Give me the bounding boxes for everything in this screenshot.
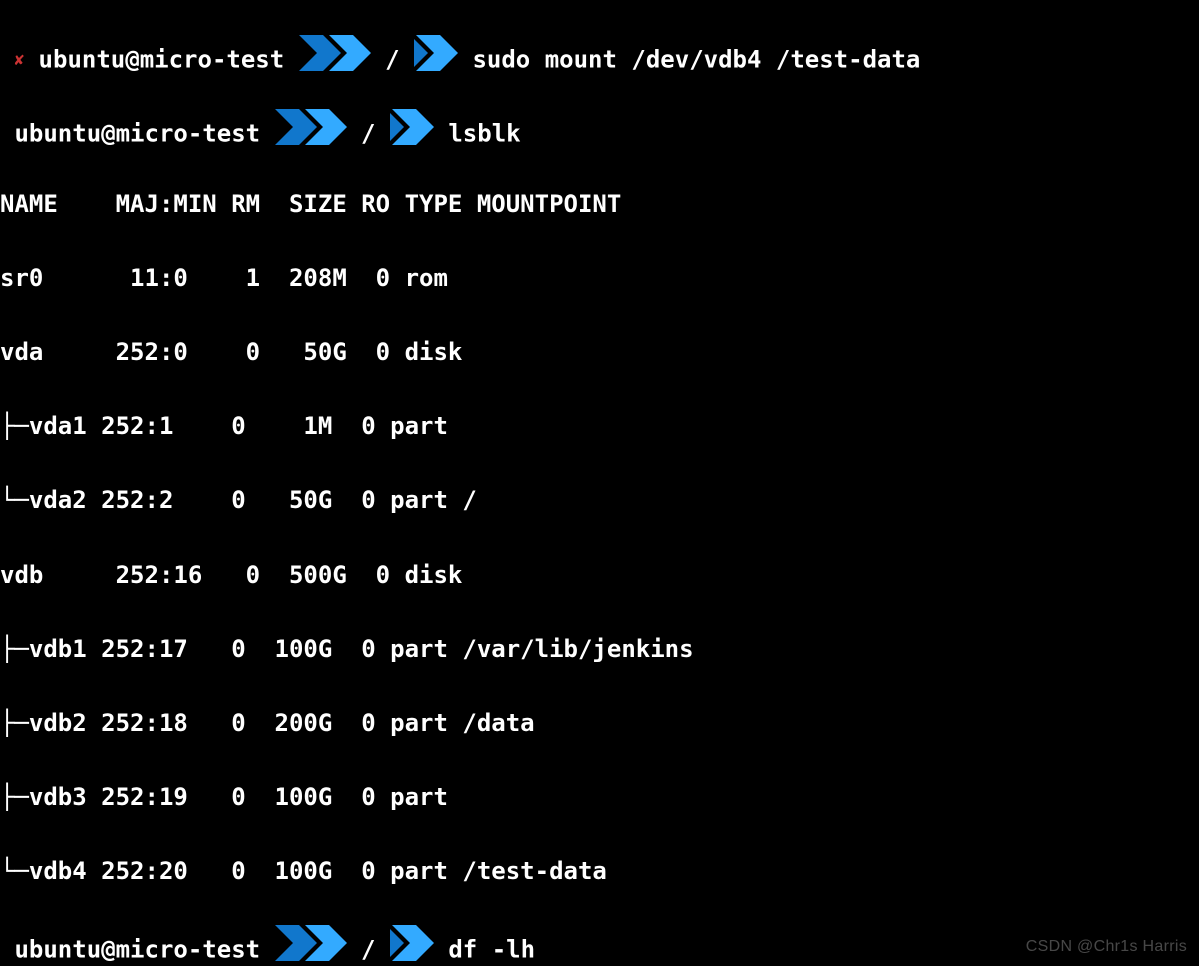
chevron-icon	[275, 925, 347, 966]
user-host: ubuntu@micro-test	[39, 46, 285, 74]
chevron-icon	[414, 35, 458, 82]
prompt-line-3: ubuntu@micro-test / df -lh	[0, 927, 1199, 964]
lsblk-row: sr0 11:0 1 208M 0 rom	[0, 260, 1199, 297]
lsblk-row: ├─vdb1 252:17 0 100G 0 part /var/lib/jen…	[0, 631, 1199, 668]
lsblk-row: vda 252:0 0 50G 0 disk	[0, 334, 1199, 371]
lsblk-row: └─vdb4 252:20 0 100G 0 part /test-data	[0, 853, 1199, 890]
command-2: lsblk	[448, 120, 520, 148]
path-segment: /	[361, 120, 375, 148]
command-3: df -lh	[448, 936, 535, 964]
lsblk-row: vdb 252:16 0 500G 0 disk	[0, 557, 1199, 594]
watermark: CSDN @Chr1s Harris	[1026, 935, 1187, 960]
user-host: ubuntu@micro-test	[14, 120, 260, 148]
terminal[interactable]: ✘ ubuntu@micro-test / sudo mount /dev/vd…	[0, 0, 1199, 966]
user-host: ubuntu@micro-test	[14, 936, 260, 964]
lsblk-row: ├─vdb3 252:19 0 100G 0 part	[0, 779, 1199, 816]
chevron-icon	[299, 35, 371, 82]
lsblk-row: ├─vda1 252:1 0 1M 0 part	[0, 408, 1199, 445]
lsblk-header: NAME MAJ:MIN RM SIZE RO TYPE MOUNTPOINT	[0, 186, 1199, 223]
chevron-icon	[390, 925, 434, 966]
path-segment: /	[361, 936, 375, 964]
prompt-line-1: ✘ ubuntu@micro-test / sudo mount /dev/vd…	[0, 37, 1199, 74]
command-1: sudo mount /dev/vdb4 /test-data	[472, 46, 920, 74]
error-x-icon: ✘	[14, 50, 24, 69]
chevron-icon	[275, 109, 347, 156]
lsblk-row: ├─vdb2 252:18 0 200G 0 part /data	[0, 705, 1199, 742]
path-segment: /	[385, 46, 399, 74]
chevron-icon	[390, 109, 434, 156]
prompt-line-2: ubuntu@micro-test / lsblk	[0, 111, 1199, 148]
lsblk-row: └─vda2 252:2 0 50G 0 part /	[0, 482, 1199, 519]
